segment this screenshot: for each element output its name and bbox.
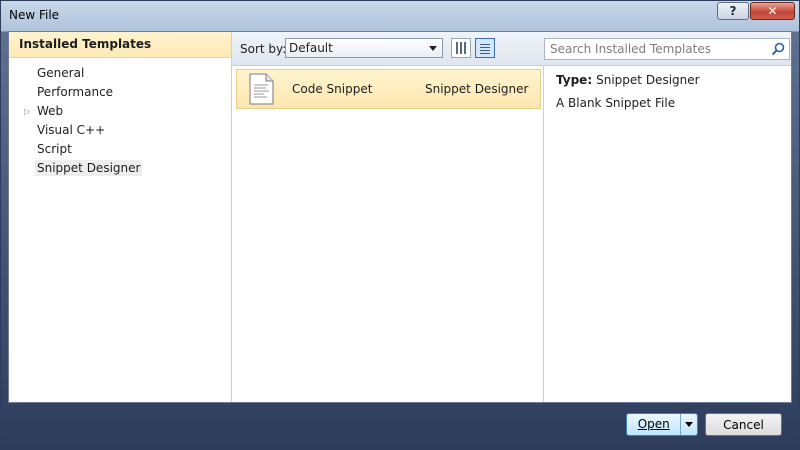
tree-item-general[interactable]: General <box>9 64 231 83</box>
sort-by-value: Default <box>289 41 333 55</box>
search-icon[interactable] <box>771 42 785 56</box>
tree-item-label: Visual C++ <box>37 123 106 137</box>
tree-item-label: General <box>37 66 85 80</box>
dialog-footer: Open Cancel <box>8 403 792 444</box>
tree-item-performance[interactable]: Performance <box>9 83 231 102</box>
tree-item-label: Performance <box>37 85 114 99</box>
installed-templates-header[interactable]: Installed Templates <box>9 32 231 58</box>
template-details-panel: Type: Snippet Designer A Blank Snippet Fi… <box>544 66 791 402</box>
cancel-button[interactable]: Cancel <box>705 413 782 436</box>
template-type: Snippet Designer <box>425 82 529 96</box>
chevron-down-icon <box>685 422 693 427</box>
tree-item-visual-cpp[interactable]: Visual C++ <box>9 121 231 140</box>
list-view-button[interactable] <box>475 38 495 58</box>
chevron-down-icon <box>429 46 437 51</box>
tree-item-label: Script <box>37 142 72 156</box>
search-input[interactable] <box>545 39 770 59</box>
template-list: Code Snippet Snippet Designer <box>232 66 544 402</box>
tree-item-web[interactable]: ▷ Web <box>9 102 231 121</box>
templates-toolbar: Sort by: Default <box>232 32 791 66</box>
tree-item-label: Web <box>37 104 64 118</box>
help-button[interactable]: ? <box>717 2 749 20</box>
new-file-dialog: New File ? ✕ Installed Templates General… <box>0 0 800 450</box>
dialog-content: Installed Templates General Performance … <box>8 31 792 403</box>
template-category-list: General Performance ▷ Web Visual C++ Scri… <box>9 64 231 178</box>
open-split-button: Open <box>626 413 698 436</box>
sort-by-dropdown[interactable]: Default <box>285 38 443 58</box>
type-value: Snippet Designer <box>596 73 700 87</box>
list-view-icon <box>480 42 490 54</box>
title-bar[interactable]: New File ? ✕ <box>1 1 799 31</box>
close-button[interactable]: ✕ <box>750 2 795 20</box>
template-item-code-snippet[interactable]: Code Snippet Snippet Designer <box>236 69 541 109</box>
expand-arrow-icon[interactable]: ▷ <box>24 102 30 121</box>
open-button[interactable]: Open <box>627 414 682 435</box>
template-description: A Blank Snippet File <box>556 96 676 110</box>
type-label: Type: <box>556 73 593 87</box>
tree-item-label: Snippet Designer <box>35 160 143 176</box>
open-button-label: Open <box>637 417 670 431</box>
open-options-button[interactable] <box>681 414 697 435</box>
tree-item-script[interactable]: Script <box>9 140 231 159</box>
search-box <box>544 38 790 60</box>
template-name: Code Snippet <box>292 82 373 96</box>
templates-tree-panel: Installed Templates General Performance … <box>9 32 232 402</box>
dialog-title: New File <box>9 8 60 22</box>
medium-icons-view-button[interactable] <box>451 38 471 58</box>
grid-view-icon <box>456 42 466 54</box>
file-icon <box>249 73 274 105</box>
sort-by-label: Sort by: <box>240 42 287 56</box>
template-type-line: Type: Snippet Designer <box>556 73 700 87</box>
tree-item-snippet-designer[interactable]: Snippet Designer <box>9 159 231 178</box>
